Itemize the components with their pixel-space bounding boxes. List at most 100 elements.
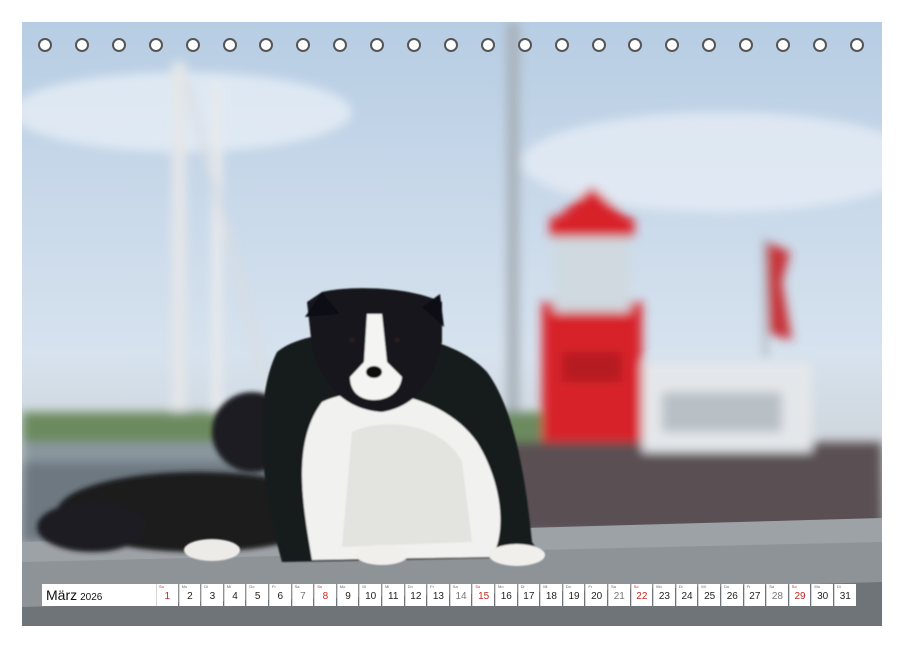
weekday-label: So (159, 584, 164, 589)
day-number: 18 (545, 591, 557, 602)
binding-hole-icon (407, 38, 421, 52)
weekday-label: Mo (181, 584, 188, 589)
month-name: März (46, 587, 78, 603)
weekday-label: Do (249, 584, 255, 589)
weekday-label: Do (724, 584, 730, 589)
day-number: 9 (345, 591, 351, 602)
day-cell: Do 19 (562, 584, 585, 606)
day-number: 10 (365, 591, 377, 602)
day-number: 13 (432, 591, 444, 602)
day-cell: Mi 11 (382, 584, 404, 606)
day-cell: Mi 18 (540, 584, 562, 606)
binding-hole-icon (849, 38, 864, 52)
binding-hole-icon (38, 38, 52, 52)
calendar-strip: März 2026 So 1 Mo 2 Di 3 Mi 4 Do 5 Fr 6 Sa 7 So 8 Mo 9 Di 10… (42, 584, 882, 606)
day-cell: Di 24 (675, 584, 698, 606)
weekday-label: Fr (588, 584, 593, 589)
day-cell: Di 3 (201, 584, 223, 606)
day-number: 12 (410, 591, 422, 602)
day-cell: So 29 (788, 584, 811, 606)
day-number: 3 (209, 591, 216, 602)
weekday-label: So (791, 584, 797, 589)
day-cell: Sa 14 (449, 584, 472, 606)
day-number: 30 (817, 591, 829, 602)
day-number: 24 (681, 591, 693, 602)
binding-hole-icon (739, 38, 754, 52)
day-cell: Di 17 (517, 584, 540, 606)
weekday-label: Sa (452, 584, 458, 589)
day-number: 22 (636, 591, 648, 602)
day-cell: Di 31 (834, 584, 856, 606)
day-cell: Sa 21 (608, 584, 630, 606)
day-number: 25 (704, 591, 716, 602)
binding-hole-icon (480, 38, 495, 52)
day-number: 6 (277, 591, 284, 602)
binding-hole-icon (702, 38, 717, 52)
weekday-label: Mi (701, 584, 706, 589)
day-cell: Mi 4 (223, 584, 246, 606)
binding-holes (22, 38, 882, 58)
day-cell: Do 12 (404, 584, 427, 606)
day-cell: Sa 28 (766, 584, 788, 606)
day-cell: Mo 23 (653, 584, 675, 606)
day-cell: Mo 30 (811, 584, 833, 606)
day-cell: Sa 7 (291, 584, 314, 606)
day-number: 2 (187, 591, 193, 602)
day-cell: So 15 (472, 584, 494, 606)
weekday-label: Di (362, 584, 367, 589)
month-year: 2026 (80, 592, 103, 603)
binding-hole-icon (333, 38, 348, 52)
weekday-label: Mi (226, 584, 232, 589)
month-label: März 2026 (42, 584, 156, 606)
weekday-label: Mo (498, 584, 504, 589)
day-number: 14 (455, 591, 467, 602)
calendar-page: März 2026 So 1 Mo 2 Di 3 Mi 4 Do 5 Fr 6 Sa 7 So 8 Mo 9 Di 10… (22, 22, 882, 626)
day-number: 27 (749, 591, 761, 602)
binding-hole-icon (665, 38, 680, 52)
day-number: 17 (523, 591, 535, 602)
day-number: 1 (164, 591, 171, 602)
day-number: 21 (613, 591, 625, 602)
weekday-label: Fr (746, 584, 751, 589)
weekday-label: Mo (656, 584, 662, 589)
weekday-label: Mi (543, 584, 548, 589)
day-number: 20 (591, 591, 603, 602)
binding-hole-icon (185, 38, 200, 52)
weekday-label: Di (520, 584, 525, 589)
weekday-label: Di (678, 584, 683, 589)
day-number: 11 (388, 591, 399, 602)
binding-hole-icon (259, 38, 274, 52)
day-number: 15 (478, 591, 490, 602)
binding-hole-icon (370, 38, 385, 52)
day-cell: Fr 6 (269, 584, 291, 606)
binding-hole-icon (591, 38, 606, 52)
day-number: 23 (658, 591, 670, 602)
day-number: 19 (568, 591, 580, 602)
day-cell: So 1 (156, 584, 178, 606)
day-cell: So 8 (314, 584, 336, 606)
binding-hole-icon (296, 38, 311, 52)
binding-hole-icon (148, 38, 163, 52)
day-cell: So 22 (630, 584, 653, 606)
day-number: 5 (254, 591, 261, 602)
weekday-label: Sa (611, 584, 616, 589)
day-number: 26 (726, 591, 738, 602)
day-cell: Mo 2 (178, 584, 201, 606)
day-cell: Fr 13 (427, 584, 449, 606)
day-cell: Di 10 (359, 584, 381, 606)
day-cell: Fr 27 (743, 584, 766, 606)
binding-hole-icon (776, 38, 790, 52)
day-cell: Do 5 (246, 584, 268, 606)
day-cell: Mi 25 (698, 584, 720, 606)
day-cell: Mo 16 (495, 584, 517, 606)
binding-hole-icon (628, 38, 643, 52)
binding-hole-icon (443, 38, 458, 52)
weekday-label: Mo (339, 584, 346, 589)
photo-scene (22, 22, 882, 626)
binding-hole-icon (222, 38, 237, 52)
weekday-label: Sa (769, 584, 775, 589)
binding-hole-icon (111, 38, 126, 52)
day-cell: Do 26 (721, 584, 743, 606)
day-number: 8 (322, 591, 329, 602)
binding-hole-icon (74, 38, 89, 52)
